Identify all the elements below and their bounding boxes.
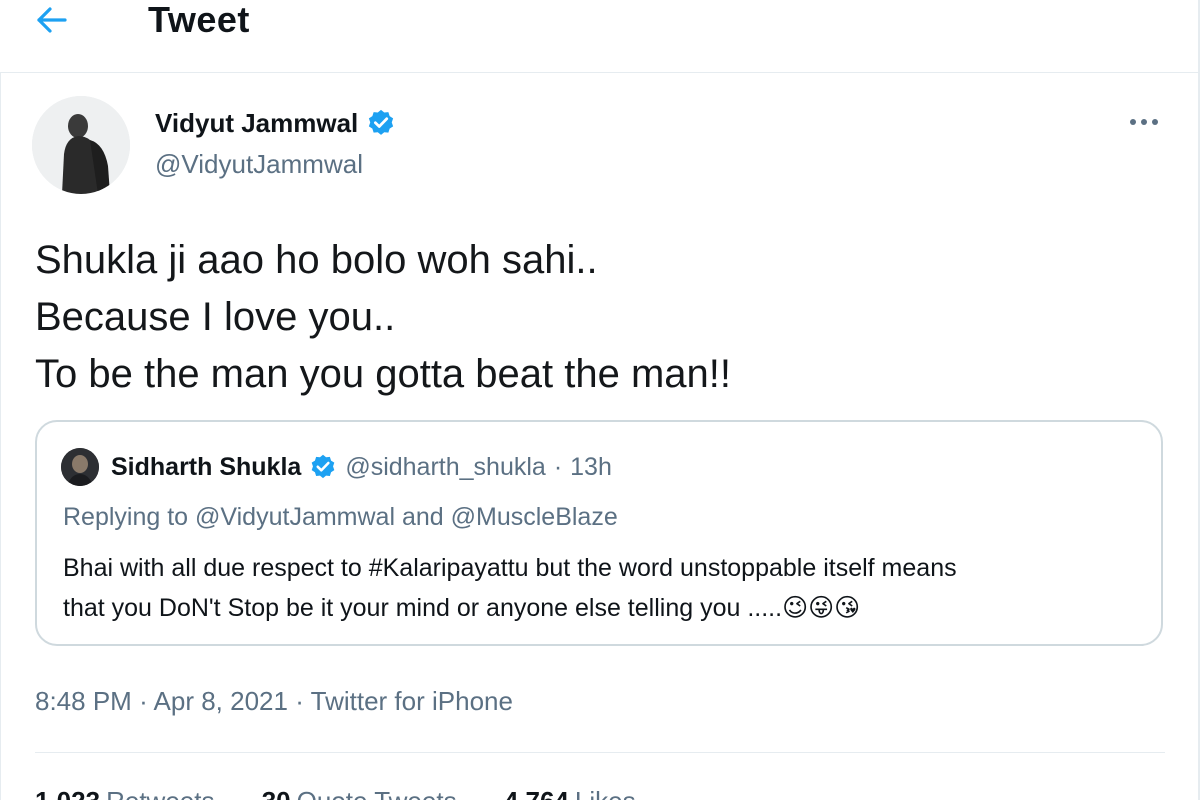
quoted-text-line: that you DoN't Stop be it your mind or a… (63, 594, 783, 622)
reply-and-text: and (401, 503, 444, 531)
reply-mention-link[interactable]: @VidyutJammwal (195, 503, 395, 531)
quotes-label: Quote Tweets (297, 786, 457, 800)
quoted-timestamp[interactable]: 13h (570, 450, 612, 484)
likes-stat[interactable]: 4,764 Likes (504, 786, 676, 800)
quoted-avatar-photo (61, 448, 99, 486)
quoted-author-name[interactable]: Sidharth Shukla (111, 450, 301, 484)
tweet-metadata: 8:48 PM · Apr 8, 2021 · Twitter for iPho… (35, 684, 513, 718)
divider (35, 752, 1165, 753)
tweet-page: Tweet Vidyut Jammwal @VidyutJammwal Shuk… (0, 0, 1200, 800)
retweets-count: 1,023 (35, 786, 100, 800)
tweet-text: Shukla ji aao ho bolo woh sahi.. Because… (35, 232, 731, 403)
reply-mention-link[interactable]: @MuscleBlaze (451, 503, 618, 531)
tweet-date[interactable]: Apr 8, 2021 (154, 686, 288, 716)
replying-to-line: Replying to @VidyutJammwal and @MuscleBl… (63, 500, 618, 534)
back-button[interactable] (36, 0, 92, 40)
separator-dot: · (139, 686, 148, 716)
tweet-stats-row: 1,023 Retweets 30 Quote Tweets 4,764 Likes (35, 786, 676, 800)
page-title: Tweet (148, 0, 250, 40)
emoji-group: 😉😜😘 (782, 593, 861, 622)
likes-label: Likes (575, 786, 636, 800)
header-bar: Tweet (0, 0, 1200, 73)
quotes-count: 30 (262, 786, 291, 800)
author-name[interactable]: Vidyut Jammwal (155, 106, 358, 140)
tweet-source-link[interactable]: Twitter for iPhone (311, 686, 513, 716)
author-avatar[interactable] (32, 96, 130, 194)
tweet-text-line: To be the man you gotta beat the man!! (35, 352, 732, 396)
separator-dot: · (295, 686, 304, 716)
quoted-header: Sidharth Shukla @sidharth_shukla · 13h (111, 450, 612, 484)
quoted-author-handle[interactable]: @sidharth_shukla (345, 450, 546, 484)
verified-badge-icon (369, 109, 394, 135)
more-options-button[interactable] (1124, 108, 1164, 136)
quoted-tweet-card[interactable]: Sidharth Shukla @sidharth_shukla · 13h R… (35, 420, 1163, 646)
author-handle[interactable]: @VidyutJammwal (155, 148, 363, 180)
separator-dot: · (553, 453, 563, 481)
author-name-row[interactable]: Vidyut Jammwal (155, 106, 396, 140)
quotes-stat[interactable]: 30 Quote Tweets (262, 786, 497, 800)
retweets-stat[interactable]: 1,023 Retweets (35, 786, 254, 800)
avatar-photo (32, 96, 130, 194)
arrow-left-icon (37, 7, 67, 33)
tweet-text-line: Shukla ji aao ho bolo woh sahi.. (35, 238, 598, 282)
quoted-tweet-text: Bhai with all due respect to #Kalaripaya… (63, 548, 1153, 628)
retweets-label: Retweets (106, 786, 214, 800)
quoted-text-line: Bhai with all due respect to #Kalaripaya… (63, 554, 957, 582)
quoted-author-avatar[interactable] (61, 448, 99, 486)
tweet-time[interactable]: 8:48 PM (35, 686, 132, 716)
replying-to-prefix: Replying to (63, 503, 189, 531)
quoted-text-line-2: that you DoN't Stop be it your mind or a… (63, 588, 1153, 628)
tweet-text-line: Because I love you.. (35, 295, 396, 339)
left-border (0, 72, 1, 800)
more-options-icon (1130, 119, 1158, 125)
verified-badge-icon (311, 454, 335, 479)
likes-count: 4,764 (504, 786, 569, 800)
